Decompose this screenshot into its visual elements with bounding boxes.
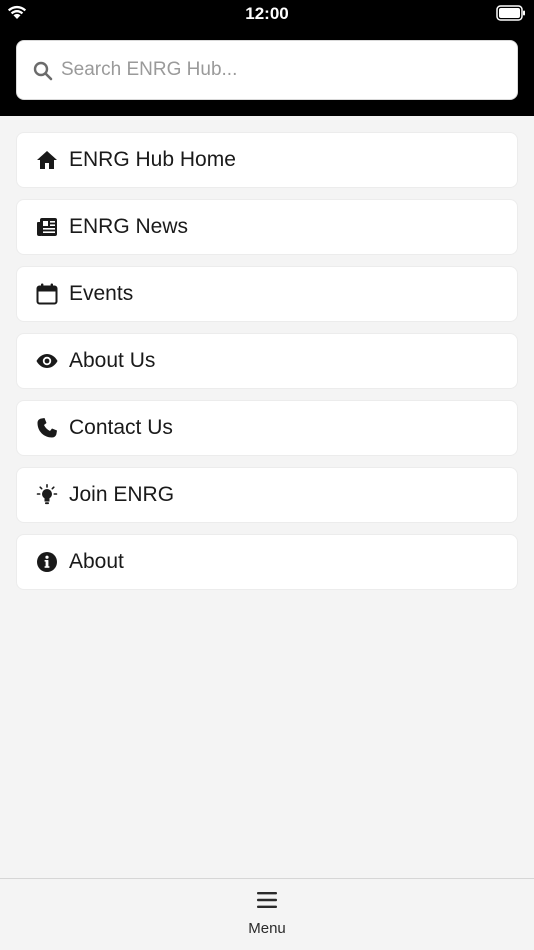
menu-item-label: About — [69, 550, 124, 573]
newspaper-icon — [35, 215, 59, 239]
menu-item-about-us[interactable]: About Us — [16, 333, 518, 389]
lightbulb-icon — [35, 483, 59, 507]
menu-list: ENRG Hub Home ENRG News Events About Us … — [16, 132, 518, 601]
search-input[interactable] — [61, 41, 501, 99]
tab-menu[interactable]: Menu — [217, 879, 317, 950]
menu-item-enrg-hub-home[interactable]: ENRG Hub Home — [16, 132, 518, 188]
menu-item-label: Events — [69, 282, 134, 305]
header: 12:00 — [0, 0, 534, 116]
eye-icon — [35, 349, 59, 373]
menu-item-label: About Us — [69, 349, 156, 372]
menu-item-enrg-news[interactable]: ENRG News — [16, 199, 518, 255]
menu-item-contact-us[interactable]: Contact Us — [16, 400, 518, 456]
menu-item-label: Contact Us — [69, 416, 173, 439]
tab-bar: Menu — [0, 878, 534, 950]
status-bar: 12:00 — [0, 0, 534, 28]
menu-item-join-enrg[interactable]: Join ENRG — [16, 467, 518, 523]
search-bar[interactable] — [16, 40, 518, 100]
phone-icon — [35, 416, 59, 440]
calendar-icon — [35, 282, 59, 306]
status-time: 12:00 — [245, 4, 289, 23]
home-icon — [35, 148, 59, 172]
menu-item-events[interactable]: Events — [16, 266, 518, 322]
search-icon — [33, 61, 53, 86]
menu-item-label: Join ENRG — [69, 483, 175, 506]
hamburger-menu-icon — [256, 891, 278, 914]
menu-item-label: ENRG News — [69, 215, 189, 238]
menu-item-label: ENRG Hub Home — [69, 148, 236, 171]
info-icon — [35, 550, 59, 574]
tab-menu-label: Menu — [248, 920, 286, 937]
menu-item-about[interactable]: About — [16, 534, 518, 590]
battery-icon — [496, 5, 526, 26]
